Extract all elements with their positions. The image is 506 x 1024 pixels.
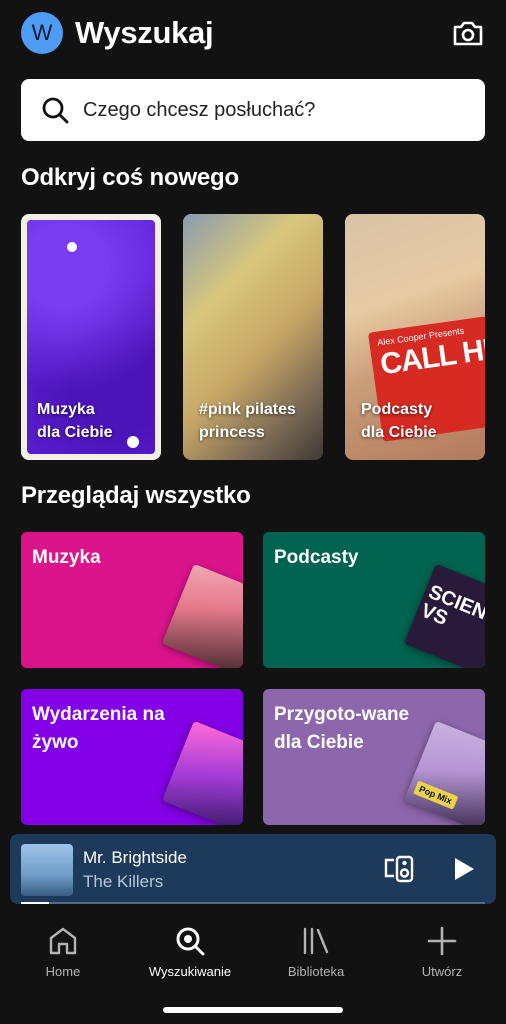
discover-card-podcasts[interactable]: Alex Cooper Presents CALL HER DADDY Podc… — [345, 214, 485, 460]
library-icon — [299, 924, 333, 958]
playback-progress[interactable] — [21, 902, 485, 904]
browse-tile-podcasts[interactable]: Podcasty SCIENCE VS — [263, 532, 485, 668]
header: W Wyszukaj — [21, 12, 485, 54]
song-title: Mr. Brightside — [83, 848, 187, 867]
tile-label: Wydarzenia na żywo — [32, 704, 165, 753]
discover-card-pink-pilates[interactable]: #pink pilates princess — [183, 214, 323, 460]
avatar[interactable]: W — [21, 12, 63, 54]
browse-tile-music[interactable]: Muzyka — [21, 532, 243, 668]
mini-player[interactable]: Mr. Brightside The Killers — [10, 834, 496, 904]
artwork-dot — [67, 242, 77, 252]
search-icon — [173, 924, 207, 958]
browse-tile-live-events[interactable]: Wydarzenia na żywo — [21, 689, 243, 825]
card-label: Muzyka dla Ciebie — [37, 401, 113, 441]
nav-home[interactable]: Home — [8, 924, 118, 979]
search-placeholder: Czego chcesz posłuchać? — [83, 98, 316, 121]
home-indicator — [163, 1007, 343, 1013]
album-cover — [21, 844, 73, 896]
connect-device-icon[interactable] — [382, 852, 416, 886]
browse-section-title: Przeglądaj wszystko — [21, 482, 251, 509]
plus-icon — [425, 924, 459, 958]
camera-icon[interactable] — [451, 16, 485, 50]
discover-section-title: Odkryj coś nowego — [21, 164, 239, 191]
card-label: Podcasty dla Ciebie — [361, 401, 437, 441]
search-icon — [39, 94, 71, 126]
nav-create[interactable]: Utwórz — [387, 924, 497, 979]
nav-search[interactable]: Wyszukiwanie — [135, 924, 245, 979]
page-title: Wyszukaj — [75, 15, 214, 50]
card-label: #pink pilates princess — [199, 401, 296, 441]
tile-artwork — [161, 563, 243, 668]
nav-library[interactable]: Biblioteka — [261, 924, 371, 979]
tile-label: Podcasty — [274, 547, 359, 568]
artwork-dot — [127, 436, 139, 448]
progress-fill — [21, 902, 49, 904]
tile-label: Muzyka — [32, 547, 101, 568]
song-artist: The Killers — [83, 872, 164, 891]
tile-artwork: SCIENCE VS — [403, 563, 485, 668]
search-input[interactable]: Czego chcesz posłuchać? — [21, 79, 485, 141]
play-button[interactable] — [446, 852, 480, 886]
discover-card-music[interactable]: Muzyka dla Ciebie — [21, 214, 161, 460]
browse-tile-made-for-you[interactable]: Przygoto-wane dla Ciebie Pop Mix — [263, 689, 485, 825]
home-icon — [46, 924, 80, 958]
tile-label: Przygoto-wane dla Ciebie — [274, 704, 410, 753]
